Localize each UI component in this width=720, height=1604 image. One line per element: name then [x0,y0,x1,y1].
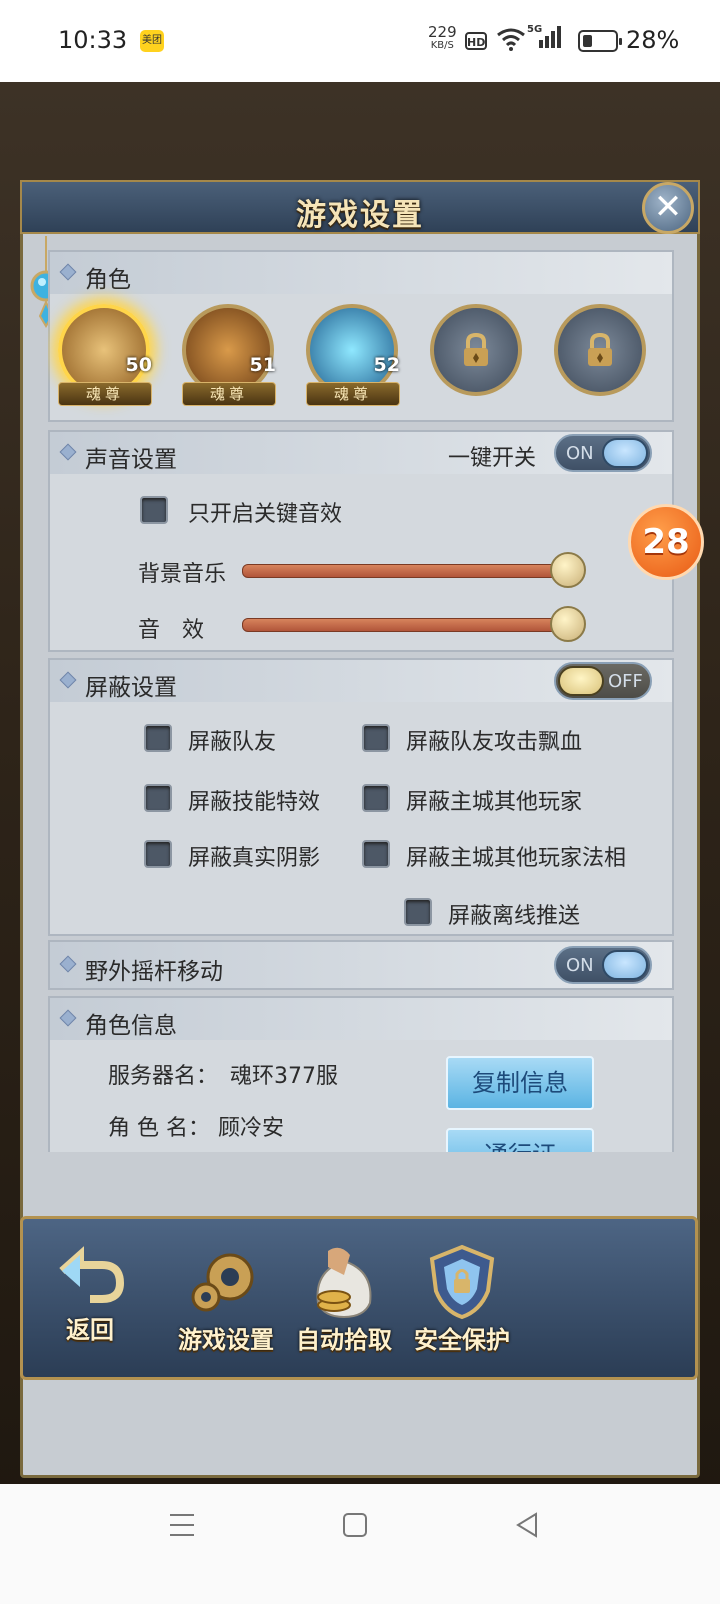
bgm-label: 背景音乐 [138,562,227,587]
system-nav-bar [0,1484,720,1604]
home-icon[interactable] [342,1512,368,1538]
floating-assistant-badge[interactable]: 28 [628,504,704,580]
role-name-value: 顾冷安 [218,1116,285,1141]
shield-teammates-checkbox[interactable] [144,724,172,752]
shield-option-label: 屏蔽离线推送 [448,904,581,929]
back-nav-icon[interactable] [514,1512,540,1538]
security-tab[interactable]: 安全保护 [407,1219,517,1369]
role-rank-badge: 魂尊 [58,382,152,406]
shield-option-label: 屏蔽主城其他玩家法相 [406,846,627,871]
bgm-slider-track[interactable] [242,564,572,578]
dialog-titlebar: 游戏设置 [20,180,700,234]
bottom-action-bar: 返回 游戏设置 自动拾取 安全保护 [20,1216,698,1380]
close-button[interactable]: ✕ [642,182,694,234]
auto-pickup-tab[interactable]: 自动拾取 [289,1219,399,1369]
role-avatar-2[interactable]: 51 魂尊 [182,304,276,406]
back-label: 返回 [66,1316,114,1344]
signal-icon: 5G [527,24,563,50]
key-sfx-only-checkbox[interactable] [140,496,168,524]
shield-option-label: 屏蔽队友攻击飘血 [406,730,583,755]
section-title-roles: 角色 [85,267,131,293]
shield-team-damage-checkbox[interactable] [362,724,390,752]
network-speed: 229 KB/S [428,23,457,52]
lock-icon [588,332,612,366]
section-title-role-info: 角色信息 [85,1013,177,1039]
shield-section: 屏蔽设置 OFF 屏蔽队友 屏蔽队友攻击飘血 屏蔽技能特效 屏蔽主城其他玩家 屏… [48,658,674,936]
shield-option-label: 屏蔽主城其他玩家 [406,790,583,815]
close-icon: ✕ [653,187,683,227]
auto-pickup-label: 自动拾取 [296,1326,392,1354]
shield-city-player-forms-checkbox[interactable] [362,840,390,868]
role-avatar-3[interactable]: 52 魂尊 [306,304,400,406]
dialog-title: 游戏设置 [296,198,424,233]
back-arrow-icon [59,1246,125,1303]
shield-toggle[interactable]: OFF [554,662,652,700]
role-rank-badge: 魂尊 [306,382,400,406]
menu-icon[interactable] [168,1512,196,1538]
shield-option-label: 屏蔽队友 [188,730,277,755]
role-level: 50 [125,354,152,376]
security-label: 安全保护 [414,1326,510,1354]
sfx-label: 音 效 [138,618,205,643]
wifi-icon [497,28,525,51]
role-rank-badge: 魂尊 [182,382,276,406]
status-time: 10:33 [58,26,128,54]
game-settings-label: 游戏设置 [178,1326,274,1354]
app-notification-badge: 美团 [140,30,164,52]
role-level: 51 [249,354,276,376]
joystick-section: 野外摇杆移动 ON [48,940,674,990]
sfx-slider-knob[interactable] [550,606,586,642]
section-title-sound: 声音设置 [85,447,177,473]
battery-icon [578,30,622,52]
coin-bag-icon [316,1247,372,1319]
lock-icon [464,332,488,366]
role-level: 52 [373,354,400,376]
locked-role-slot[interactable] [430,304,522,396]
section-title-shield: 屏蔽设置 [85,675,177,701]
status-bar: 10:33 美团 229 KB/S HD 5G 28% [0,0,720,82]
hd-icon: HD [465,32,487,50]
master-sound-toggle[interactable]: ON [554,434,652,472]
role-name-label: 角 色 名： [108,1116,210,1141]
settings-content[interactable]: 角色 50 魂尊 51 魂尊 52 魂尊 声音设置 一键开关 ON 只开启关键音… [48,250,674,1152]
shield-option-label: 屏蔽真实阴影 [188,846,321,871]
game-settings-tab[interactable]: 游戏设置 [171,1219,281,1369]
section-title-joystick: 野外摇杆移动 [85,959,223,985]
copy-info-button[interactable]: 复制信息 [446,1056,594,1110]
key-sfx-only-label: 只开启关键音效 [188,502,343,527]
shield-icon [429,1244,495,1320]
shield-city-players-checkbox[interactable] [362,784,390,812]
back-button[interactable]: 返回 [35,1219,145,1369]
shield-real-shadows-checkbox[interactable] [144,840,172,868]
sound-section: 声音设置 一键开关 ON 只开启关键音效 背景音乐 音 效 [48,430,674,652]
shield-skill-effects-checkbox[interactable] [144,784,172,812]
role-info-section: 角色信息 服务器名： 魂环377服 角 色 名： 顾冷安 复制信息 通行证 [48,996,674,1152]
joystick-toggle[interactable]: ON [554,946,652,984]
role-avatar-1[interactable]: 50 魂尊 [58,304,152,406]
pass-button[interactable]: 通行证 [446,1128,594,1152]
battery-percent: 28% [626,26,680,54]
locked-role-slot[interactable] [554,304,646,396]
shield-offline-push-checkbox[interactable] [404,898,432,926]
bgm-slider-knob[interactable] [550,552,586,588]
server-name-label: 服务器名： [108,1064,219,1089]
shield-option-label: 屏蔽技能特效 [188,790,321,815]
gear-icon [191,1253,254,1312]
server-name-value: 魂环377服 [230,1064,338,1089]
master-switch-label: 一键开关 [448,446,537,471]
roles-section: 角色 50 魂尊 51 魂尊 52 魂尊 [48,250,674,422]
sfx-slider-track[interactable] [242,618,572,632]
